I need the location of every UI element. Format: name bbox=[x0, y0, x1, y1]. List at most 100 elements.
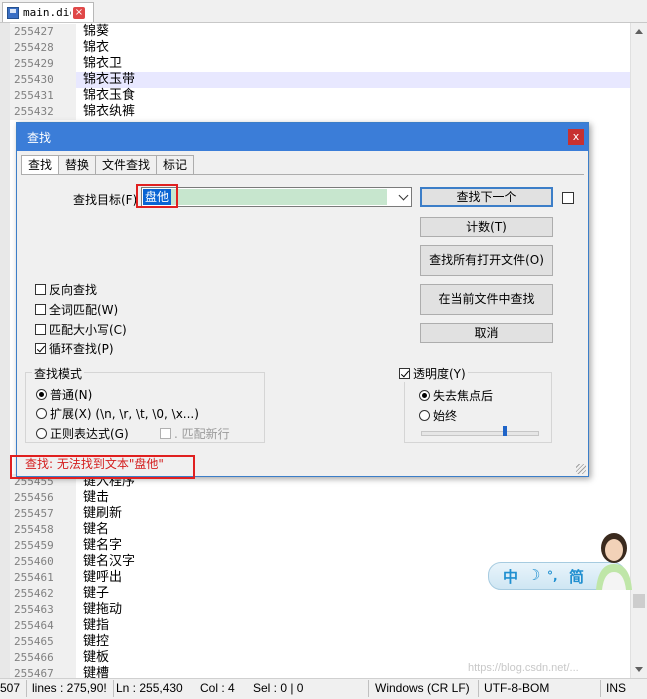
status-bar: 507 lines : 275,90! Ln : 255,430 Col : 4… bbox=[0, 678, 647, 699]
line-number: 255461 bbox=[10, 570, 76, 586]
match-case-label: 匹配大小写(C) bbox=[49, 323, 127, 337]
ime-script-indicator[interactable]: 简 bbox=[569, 566, 584, 587]
editor-line[interactable]: 255427 锦葵 bbox=[10, 24, 630, 40]
line-text: 锦衣 bbox=[83, 40, 110, 55]
find-all-open-files-button[interactable]: 查找所有打开文件(O) bbox=[420, 245, 553, 276]
editor-line[interactable]: 255463 键拖动 bbox=[10, 602, 630, 618]
transparency-checkbox[interactable]: 透明度(Y) bbox=[397, 365, 468, 382]
mode-regex-radio[interactable]: 正则表达式(G) bbox=[36, 425, 129, 442]
line-number: 255427 bbox=[10, 24, 76, 40]
file-tab-label: main.dic bbox=[23, 6, 71, 19]
backward-checkbox[interactable]: 反向查找 bbox=[35, 281, 97, 298]
line-number: 255462 bbox=[10, 586, 76, 602]
status-eol[interactable]: Windows (CR LF) bbox=[375, 681, 470, 695]
scroll-thumb[interactable] bbox=[633, 594, 645, 608]
on-lose-focus-label: 失去焦点后 bbox=[433, 389, 494, 403]
find-next-button[interactable]: 查找下一个 bbox=[420, 187, 553, 207]
line-text: 键击 bbox=[83, 490, 110, 505]
editor-line[interactable]: 255459 键名字 bbox=[10, 538, 630, 554]
search-mode-title: 查找模式 bbox=[32, 365, 85, 382]
checkbox-box bbox=[35, 324, 46, 335]
cancel-button[interactable]: 取消 bbox=[420, 323, 553, 343]
radio-unselected bbox=[36, 408, 47, 419]
match-case-checkbox[interactable]: 匹配大小写(C) bbox=[35, 321, 127, 338]
transparency-slider-track[interactable] bbox=[421, 431, 539, 436]
transparency-slider-thumb[interactable] bbox=[503, 426, 507, 436]
line-text: 锦衣玉带 bbox=[83, 72, 136, 87]
checkbox-box bbox=[35, 284, 46, 295]
scroll-up-icon[interactable] bbox=[635, 29, 643, 34]
line-number: 255465 bbox=[10, 634, 76, 650]
line-text: 键子 bbox=[83, 586, 110, 601]
always-radio[interactable]: 始终 bbox=[419, 407, 457, 424]
line-number: 255466 bbox=[10, 650, 76, 666]
fold-margin bbox=[0, 23, 10, 678]
tab-mark[interactable]: 标记 bbox=[156, 155, 195, 174]
editor-line[interactable]: 255432 锦衣纨裤 bbox=[10, 104, 630, 120]
ime-punctuation-indicator[interactable]: °, bbox=[547, 569, 558, 583]
tab-find-in-files[interactable]: 文件查找 bbox=[95, 155, 158, 174]
whole-word-checkbox[interactable]: 全词匹配(W) bbox=[35, 301, 118, 318]
count-button[interactable]: 计数(T) bbox=[420, 217, 553, 237]
line-text: 锦衣卫 bbox=[83, 56, 123, 71]
editor-line[interactable]: 255458 键名 bbox=[10, 522, 630, 538]
editor-line[interactable]: 255465 键控 bbox=[10, 634, 630, 650]
tab-find[interactable]: 查找 bbox=[21, 155, 60, 176]
find-target-combobox[interactable]: 盘他 bbox=[141, 187, 412, 207]
editor-line[interactable]: 255429 锦衣卫 bbox=[10, 56, 630, 72]
dialog-tabs: 查找 替换 文件查找 标记 bbox=[21, 155, 195, 176]
backward-label: 反向查找 bbox=[49, 283, 98, 297]
annotation-box-search-term bbox=[136, 184, 178, 208]
editor-line[interactable]: 255456 键击 bbox=[10, 490, 630, 506]
dot-matches-newline-checkbox[interactable]: . 匹配新行 bbox=[160, 425, 230, 442]
radio-selected bbox=[419, 390, 430, 401]
mode-normal-radio[interactable]: 普通(N) bbox=[36, 386, 92, 403]
line-number: 255459 bbox=[10, 538, 76, 554]
line-text: 键指 bbox=[83, 618, 110, 633]
find-next-option-checkbox[interactable] bbox=[562, 192, 574, 204]
editor-line[interactable]: 255464 键指 bbox=[10, 618, 630, 634]
radio-unselected bbox=[419, 410, 430, 421]
mode-extended-radio[interactable]: 扩展(X) (\n, \r, \t, \0, \x...) bbox=[36, 405, 199, 422]
wrap-around-checkbox[interactable]: 循环查找(P) bbox=[35, 340, 114, 357]
editor-line[interactable]: 255457 键刷新 bbox=[10, 506, 630, 522]
status-lines: lines : 275,90! bbox=[32, 681, 107, 695]
line-number: 255456 bbox=[10, 490, 76, 506]
save-icon bbox=[7, 6, 19, 19]
line-text: 键名 bbox=[83, 522, 110, 537]
mode-regex-label: 正则表达式(G) bbox=[50, 427, 129, 441]
line-number: 255460 bbox=[10, 554, 76, 570]
on-lose-focus-radio[interactable]: 失去焦点后 bbox=[419, 387, 493, 404]
wrap-around-label: 循环查找(P) bbox=[49, 342, 114, 356]
status-insert-mode[interactable]: INS bbox=[606, 681, 626, 695]
file-tab-main-dic[interactable]: main.dic × bbox=[2, 2, 94, 22]
find-target-highlight bbox=[143, 189, 387, 205]
status-line-number: Ln : 255,430 bbox=[116, 681, 183, 695]
ime-language-indicator[interactable]: 中 bbox=[503, 566, 518, 587]
tab-replace[interactable]: 替换 bbox=[58, 155, 97, 174]
radio-selected bbox=[36, 389, 47, 400]
radio-unselected bbox=[36, 428, 47, 439]
line-number: 255429 bbox=[10, 56, 76, 72]
find-dialog: 查找 x 查找 替换 文件查找 标记 查找目标(F) : 盘他 查找下一个 计数… bbox=[10, 122, 589, 479]
moon-icon[interactable]: ☽ bbox=[527, 566, 540, 584]
status-encoding[interactable]: UTF-8-BOM bbox=[484, 681, 549, 695]
scroll-down-icon[interactable] bbox=[635, 667, 643, 672]
checkbox-box bbox=[35, 304, 46, 315]
status-column: Col : 4 bbox=[200, 681, 235, 695]
editor-line[interactable]: 255428 锦衣 bbox=[10, 40, 630, 56]
editor-line[interactable]: 255431 锦衣玉食 bbox=[10, 88, 630, 104]
mode-normal-label: 普通(N) bbox=[50, 388, 93, 402]
chevron-down-icon[interactable] bbox=[399, 191, 409, 201]
resize-grip-icon[interactable] bbox=[576, 464, 586, 474]
close-tab-icon[interactable]: × bbox=[73, 6, 85, 19]
line-text: 锦衣玉食 bbox=[83, 88, 136, 103]
always-label: 始终 bbox=[433, 409, 458, 423]
dialog-titlebar[interactable]: 查找 x bbox=[17, 123, 588, 151]
dialog-close-button[interactable]: x bbox=[568, 129, 584, 145]
line-number: 255430 bbox=[10, 72, 76, 88]
find-in-current-file-button[interactable]: 在当前文件中查找 bbox=[420, 284, 553, 315]
editor-line-current[interactable]: 255430 锦衣玉带 bbox=[10, 72, 630, 88]
line-number: 255428 bbox=[10, 40, 76, 56]
line-number: 255458 bbox=[10, 522, 76, 538]
